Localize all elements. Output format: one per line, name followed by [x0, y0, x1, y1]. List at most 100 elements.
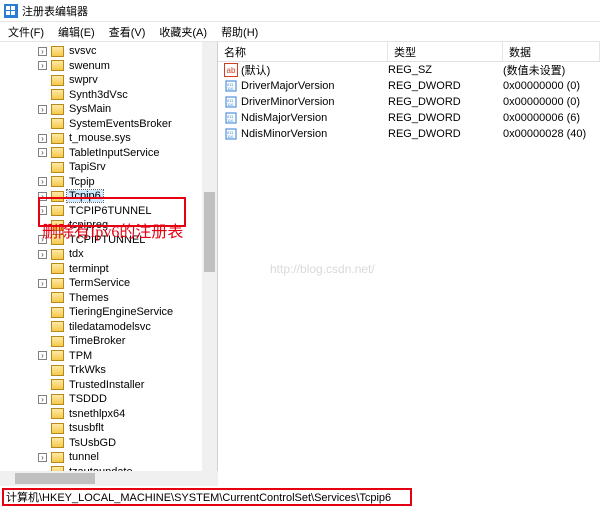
svg-text:110: 110 [227, 86, 234, 91]
expander-icon[interactable]: › [38, 47, 47, 56]
folder-icon [51, 191, 64, 202]
folder-icon [51, 408, 64, 419]
tree-node[interactable]: tsnethlpx64 [8, 407, 217, 422]
folder-icon [51, 133, 64, 144]
value-row[interactable]: ab(默认)REG_SZ(数值未设置) [218, 62, 600, 78]
value-row[interactable]: 011110NdisMinorVersionREG_DWORD0x0000002… [218, 126, 600, 142]
svg-text:110: 110 [227, 134, 234, 139]
folder-icon [51, 263, 64, 274]
tree-node-label: Tcpip [67, 176, 97, 188]
menu-file[interactable]: 文件(F) [4, 23, 48, 41]
expander-icon[interactable]: › [38, 148, 47, 157]
folder-icon [51, 437, 64, 448]
tree-node-label: TimeBroker [67, 335, 127, 347]
value-name: NdisMinorVersion [241, 128, 388, 140]
folder-icon [51, 147, 64, 158]
expander-icon[interactable]: › [38, 206, 47, 215]
tree-node[interactable]: ›tunnel [8, 450, 217, 465]
expander-icon[interactable]: › [38, 235, 47, 244]
tree-node-label: t_mouse.sys [67, 132, 133, 144]
tree-node[interactable]: ›SysMain [8, 102, 217, 117]
expander-icon[interactable]: › [38, 105, 47, 114]
tree-node[interactable]: ›swenum [8, 59, 217, 74]
expander-icon[interactable]: › [38, 250, 47, 259]
svg-text:110: 110 [227, 102, 234, 107]
col-data[interactable]: 数据 [503, 42, 600, 61]
folder-icon [51, 104, 64, 115]
tree-scrollbar-horizontal[interactable] [0, 471, 218, 486]
menu-edit[interactable]: 编辑(E) [54, 23, 99, 41]
tree-node[interactable]: ›svsvc [8, 44, 217, 59]
expander-icon[interactable]: › [38, 177, 47, 186]
folder-icon [51, 220, 64, 231]
tree-node[interactable]: terminpt [8, 262, 217, 277]
folder-icon [51, 234, 64, 245]
expander-icon[interactable]: › [38, 134, 47, 143]
value-name: (默认) [241, 62, 388, 78]
tree-node[interactable]: › Tcpip [8, 175, 217, 190]
value-name: NdisMajorVersion [241, 112, 388, 124]
value-data: 0x00000000 (0) [503, 96, 600, 108]
tree-node[interactable]: › TCPIPTUNNEL [8, 233, 217, 248]
tree-node[interactable]: TrkWks [8, 363, 217, 378]
tree-node[interactable]: TieringEngineService [8, 305, 217, 320]
tree-node[interactable]: ›TPM [8, 349, 217, 364]
value-row[interactable]: 011110DriverMajorVersionREG_DWORD0x00000… [218, 78, 600, 94]
value-data: 0x00000028 (40) [503, 128, 600, 140]
tree-node[interactable]: SystemEventsBroker [8, 117, 217, 132]
tree-node-label: swprv [67, 74, 100, 86]
tree-node[interactable]: ›Tcpip6 [8, 189, 217, 204]
tree-node[interactable]: ›TabletInputService [8, 146, 217, 161]
tree-node[interactable]: › t_mouse.sys [8, 131, 217, 146]
tree-node[interactable]: ›TSDDD [8, 392, 217, 407]
folder-icon [51, 205, 64, 216]
tree-node-label: Synth3dVsc [67, 89, 130, 101]
dword-icon: 011110 [224, 95, 238, 109]
menu-help[interactable]: 帮助(H) [217, 23, 262, 41]
tree-node-label: TCPIPTUNNEL [67, 234, 147, 246]
expander-icon[interactable]: › [38, 61, 47, 70]
tree-node-label: tsusbflt [67, 422, 106, 434]
folder-icon [51, 46, 64, 57]
tree-node[interactable]: ›tdx [8, 247, 217, 262]
value-row[interactable]: 011110DriverMinorVersionREG_DWORD0x00000… [218, 94, 600, 110]
svg-text:110: 110 [227, 118, 234, 123]
tree-node[interactable]: TapiSrv [8, 160, 217, 175]
value-data: 0x00000000 (0) [503, 80, 600, 92]
menu-view[interactable]: 查看(V) [105, 23, 150, 41]
tree-scrollbar-vertical[interactable] [202, 42, 217, 482]
expander-icon[interactable]: › [38, 192, 47, 201]
tree-node[interactable]: TsUsbGD [8, 436, 217, 451]
tree-panel: ›svsvc›swenumswprv Synth3dVsc›SysMainSyst… [0, 42, 218, 482]
value-row[interactable]: 011110NdisMajorVersionREG_DWORD0x0000000… [218, 110, 600, 126]
tree-node[interactable]: swprv [8, 73, 217, 88]
col-type[interactable]: 类型 [388, 42, 503, 61]
value-name: DriverMajorVersion [241, 80, 388, 92]
tree-node-label: TsUsbGD [67, 437, 118, 449]
tree-node[interactable]: Synth3dVsc [8, 88, 217, 103]
tree-node[interactable]: tsusbflt [8, 421, 217, 436]
values-header: 名称 类型 数据 [218, 42, 600, 62]
tree-node-label: TCPIP6TUNNEL [67, 205, 154, 217]
folder-icon [51, 394, 64, 405]
tree-node[interactable]: › TermService [8, 276, 217, 291]
tree-node[interactable]: TrustedInstaller [8, 378, 217, 393]
expander-icon[interactable]: › [38, 279, 47, 288]
expander-icon[interactable]: › [38, 395, 47, 404]
tree-node[interactable]: › TCPIP6TUNNEL [8, 204, 217, 219]
tree-node[interactable]: TimeBroker [8, 334, 217, 349]
expander-icon[interactable]: › [38, 453, 47, 462]
tree-node-label: tcpipreg [67, 219, 110, 231]
folder-icon [51, 162, 64, 173]
tree-node-label: TermService [67, 277, 132, 289]
tree-node[interactable]: Themes [8, 291, 217, 306]
tree-node[interactable]: tcpipreg [8, 218, 217, 233]
tree-node-label: TrkWks [67, 364, 108, 376]
title-bar: 注册表编辑器 [0, 0, 600, 22]
tree-node[interactable]: tiledatamodelsvc [8, 320, 217, 335]
expander-icon[interactable]: › [38, 351, 47, 360]
menu-favorites[interactable]: 收藏夹(A) [155, 23, 211, 41]
value-type: REG_DWORD [388, 96, 503, 108]
col-name[interactable]: 名称 [218, 42, 388, 61]
dword-icon: 011110 [224, 111, 238, 125]
